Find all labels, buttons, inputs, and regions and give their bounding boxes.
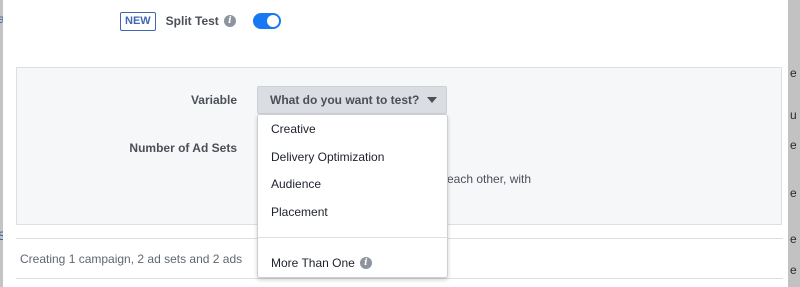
split-test-label: Split Test bbox=[165, 14, 219, 28]
variable-dropdown-menu: Creative Delivery Optimization Audience … bbox=[257, 114, 448, 278]
ad-sets-description: each other, with bbox=[447, 172, 532, 186]
menu-item-more-than-one[interactable]: More Than One i bbox=[258, 251, 447, 275]
background-text-fragment: e bbox=[790, 263, 797, 277]
campaign-dialog: NEW Split Test i Variable What do you wa… bbox=[3, 0, 788, 287]
menu-item-audience[interactable]: Audience bbox=[258, 172, 447, 196]
variable-select-value: What do you want to test? bbox=[270, 93, 420, 107]
toggle-knob bbox=[266, 15, 279, 27]
new-badge: NEW bbox=[120, 11, 156, 31]
menu-separator bbox=[258, 237, 447, 238]
number-of-ad-sets-label: Number of Ad Sets bbox=[129, 141, 237, 155]
menu-item-label: More Than One bbox=[271, 256, 355, 270]
background-text-fragment: e bbox=[790, 138, 797, 152]
divider bbox=[16, 278, 783, 279]
background-text-fragment: u bbox=[790, 108, 797, 122]
menu-item-creative[interactable]: Creative bbox=[258, 117, 447, 141]
caret-down-icon bbox=[427, 97, 438, 103]
menu-item-delivery-optimization[interactable]: Delivery Optimization bbox=[258, 145, 447, 169]
campaign-summary: Creating 1 campaign, 2 ad sets and 2 ads bbox=[20, 252, 243, 266]
split-test-toggle[interactable] bbox=[252, 13, 281, 29]
background-text-fragment: e bbox=[790, 232, 797, 246]
background-right-strip: e u e e e e bbox=[788, 0, 800, 287]
background-text-fragment: e bbox=[790, 186, 797, 200]
background-text-fragment: e bbox=[790, 66, 797, 80]
variable-select[interactable]: What do you want to test? bbox=[257, 86, 447, 114]
variable-label: Variable bbox=[190, 93, 237, 107]
menu-item-placement[interactable]: Placement bbox=[258, 200, 447, 224]
info-icon[interactable]: i bbox=[359, 257, 372, 269]
split-test-row: NEW Split Test i bbox=[120, 10, 281, 32]
info-icon[interactable]: i bbox=[223, 15, 236, 27]
